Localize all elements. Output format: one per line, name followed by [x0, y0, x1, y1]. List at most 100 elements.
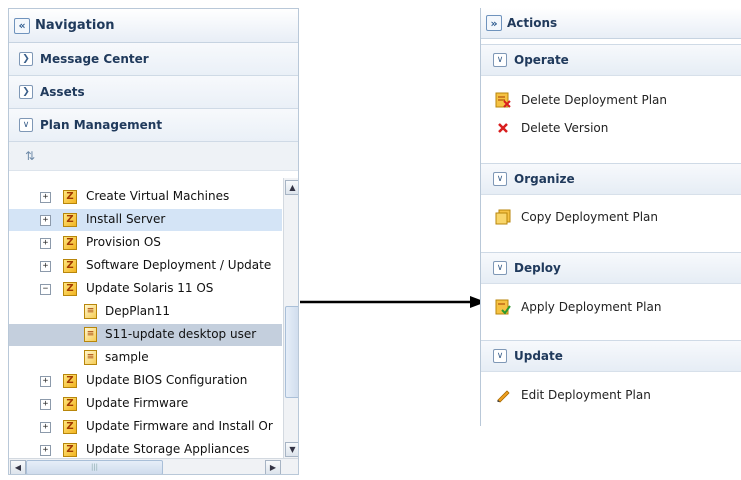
chevron-down-icon: ∨	[493, 261, 507, 275]
tree-row[interactable]: + Z Update Firmware	[9, 393, 282, 415]
expand-node-button[interactable]: +	[40, 238, 51, 249]
action-label: Edit Deployment Plan	[521, 388, 651, 402]
profile-icon: Z	[63, 397, 77, 411]
chevron-right-icon: ❯	[19, 52, 33, 66]
accordion-label: Assets	[40, 85, 85, 99]
scroll-down-button[interactable]: ▼	[285, 442, 298, 457]
profile-icon: Z	[63, 443, 77, 457]
expand-node-button[interactable]: +	[40, 215, 51, 226]
section-header-operate[interactable]: ∨ Operate	[481, 44, 741, 76]
expand-node-button[interactable]: +	[40, 192, 51, 203]
action-delete-deployment-plan[interactable]: Delete Deployment Plan	[495, 90, 667, 110]
profile-icon: Z	[63, 374, 77, 388]
expand-node-button[interactable]: +	[40, 422, 51, 433]
navigation-header: « Navigation	[9, 9, 298, 43]
chevron-down-icon: ∨	[493, 172, 507, 186]
tree-node-label: Update BIOS Configuration	[86, 373, 248, 387]
expand-node-button[interactable]: +	[40, 376, 51, 387]
expand-node-button[interactable]: +	[40, 399, 51, 410]
profile-icon: Z	[63, 420, 77, 434]
tree-row[interactable]: ≡ DepPlan11	[9, 301, 282, 323]
action-apply-deployment-plan[interactable]: Apply Deployment Plan	[495, 297, 661, 317]
profile-icon: Z	[63, 282, 77, 296]
section-title: Operate	[514, 53, 569, 67]
section-operate: ∨ Operate Delete Deployment Plan Delete …	[481, 44, 741, 164]
scroll-left-button[interactable]: ◀	[10, 460, 26, 474]
section-title: Update	[514, 349, 563, 363]
tree-node-label: Update Storage Appliances	[86, 442, 250, 456]
tree-node-label: Update Firmware	[86, 396, 189, 410]
tree-row[interactable]: + Z Create Virtual Machines	[9, 186, 282, 208]
collapse-panel-button[interactable]: «	[14, 17, 30, 34]
tree-row[interactable]: − Z Update Solaris 11 OS	[9, 278, 282, 300]
section-deploy: ∨ Deploy Apply Deployment Plan	[481, 252, 741, 342]
navigation-title: Navigation	[35, 18, 115, 33]
actions-title: Actions	[507, 16, 558, 30]
tree-node-label: sample	[105, 350, 149, 364]
deployment-plan-icon: ≡	[84, 327, 97, 342]
tree-node-label: Provision OS	[86, 235, 161, 249]
profile-icon: Z	[63, 213, 77, 227]
pencil-icon	[495, 387, 511, 403]
tree-row[interactable]: + Z Update Firmware and Install Or	[9, 416, 282, 438]
section-organize: ∨ Organize Copy Deployment Plan	[481, 163, 741, 253]
pointer-arrow	[300, 296, 486, 308]
action-label: Copy Deployment Plan	[521, 210, 658, 224]
action-edit-deployment-plan[interactable]: Edit Deployment Plan	[495, 385, 651, 405]
tree-row[interactable]: ≡ sample	[9, 347, 282, 369]
chevron-down-icon: ∨	[493, 53, 507, 67]
tree-node-label: Software Deployment / Update	[86, 258, 272, 272]
tree-vertical-scrollbar[interactable]: ▲ ▼	[283, 178, 298, 458]
expand-node-button[interactable]: +	[40, 445, 51, 456]
tree-row[interactable]: + Z Software Deployment / Update	[9, 255, 282, 277]
accordion-assets[interactable]: ❯ Assets	[9, 76, 298, 109]
refresh-icon[interactable]: ⇅	[25, 149, 35, 163]
accordion-plan-management[interactable]: ∨ Plan Management	[9, 109, 298, 142]
action-label: Delete Deployment Plan	[521, 93, 667, 107]
section-update: ∨ Update Edit Deployment Plan	[481, 340, 741, 426]
tree-row[interactable]: + Z Update Storage Appliances	[9, 439, 282, 458]
accordion-label: Plan Management	[40, 118, 163, 132]
profile-icon: Z	[63, 236, 77, 250]
navigation-panel: « Navigation ❯ Message Center ❯ Assets ∨…	[8, 8, 299, 475]
section-title: Organize	[514, 172, 575, 186]
action-copy-deployment-plan[interactable]: Copy Deployment Plan	[495, 207, 658, 227]
scroll-thumb[interactable]	[285, 306, 298, 398]
tree-toolbar: ⇅	[9, 142, 298, 171]
tree-row[interactable]: + Z Update BIOS Configuration	[9, 370, 282, 392]
deployment-plan-icon: ≡	[84, 350, 97, 365]
section-header-deploy[interactable]: ∨ Deploy	[481, 252, 741, 284]
tree-row[interactable]: + Z Install Server	[9, 209, 282, 231]
delete-plan-icon	[495, 92, 511, 108]
plan-tree: + Z Create Virtual Machines + Z Install Serve…	[9, 178, 282, 458]
section-header-update[interactable]: ∨ Update	[481, 340, 741, 372]
scroll-up-button[interactable]: ▲	[285, 180, 298, 195]
chevron-right-icon: ❯	[19, 85, 33, 99]
tree-row[interactable]: ≡ S11-update desktop user	[9, 324, 282, 346]
collapse-node-button[interactable]: −	[40, 284, 51, 295]
expand-node-button[interactable]: +	[40, 261, 51, 272]
section-title: Deploy	[514, 261, 561, 275]
tree-row[interactable]: + Z Provision OS	[9, 232, 282, 254]
profile-icon: Z	[63, 190, 77, 204]
actions-panel: » Actions ∨ Operate Delete Deployment Pl…	[480, 8, 741, 426]
expand-panel-button[interactable]: »	[486, 15, 502, 31]
accordion-message-center[interactable]: ❯ Message Center	[9, 43, 298, 76]
chevron-down-icon: ∨	[493, 349, 507, 363]
tree-horizontal-scrollbar[interactable]: ◀ ||| ▶	[9, 458, 298, 474]
horizontal-scroll-thumb[interactable]: |||	[26, 460, 163, 474]
scroll-right-button[interactable]: ▶	[265, 460, 281, 474]
tree-node-label: Update Solaris 11 OS	[86, 281, 214, 295]
tree-node-label: Install Server	[86, 212, 166, 226]
action-label: Apply Deployment Plan	[521, 300, 662, 314]
section-header-organize[interactable]: ∨ Organize	[481, 163, 741, 195]
tree-node-label: Update Firmware and Install Or	[86, 419, 273, 433]
action-delete-version[interactable]: Delete Version	[495, 118, 608, 138]
tree-node-label: S11-update desktop user	[105, 327, 257, 341]
tree-node-label: Create Virtual Machines	[86, 189, 230, 203]
chevron-down-icon: ∨	[19, 118, 33, 132]
deployment-plan-icon: ≡	[84, 304, 97, 319]
profile-icon: Z	[63, 259, 77, 273]
tree-node-label: DepPlan11	[105, 304, 171, 318]
apply-plan-icon	[495, 299, 511, 315]
